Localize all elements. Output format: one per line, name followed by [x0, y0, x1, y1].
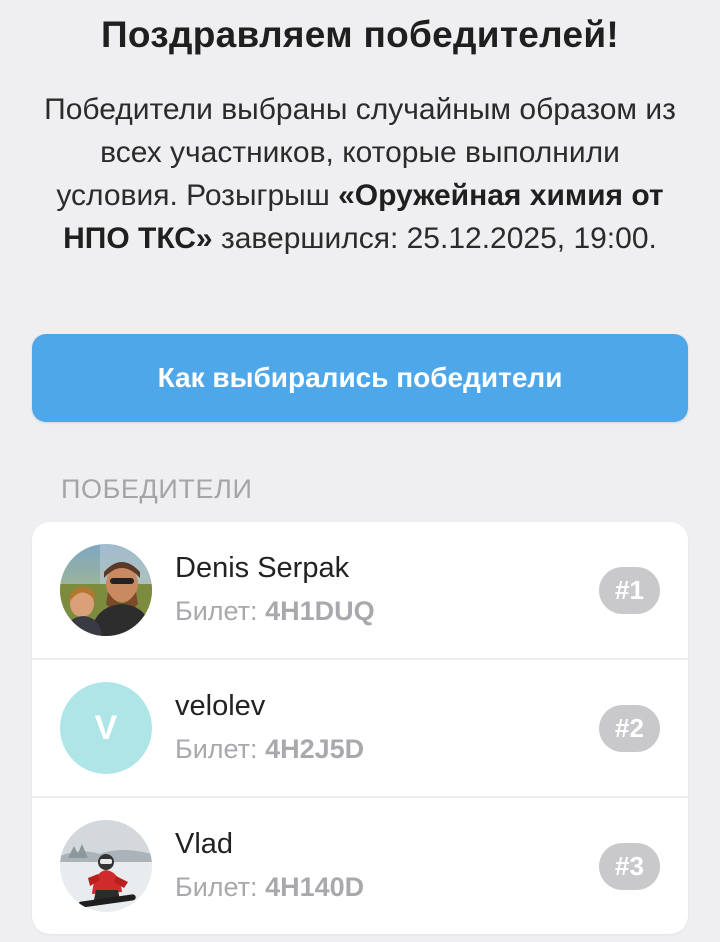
avatar[interactable] — [60, 544, 152, 636]
ticket-info: Билет: 4H140D — [175, 872, 364, 903]
ticket-label: Билет: — [175, 734, 258, 764]
results-description: Победители выбраны случайным образом из … — [40, 88, 680, 260]
winner-name: velolev — [175, 690, 266, 722]
rank-badge: #2 — [599, 705, 660, 752]
winner-name: Vlad — [175, 828, 234, 860]
winner-row[interactable]: Denis Serpak Билет: 4H1DUQ #1 — [32, 522, 688, 659]
winner-row[interactable]: V velolev Билет: 4H2J5D #2 — [32, 660, 688, 797]
avatar[interactable]: V — [60, 682, 152, 774]
winners-list: Denis Serpak Билет: 4H1DUQ #1 V velolev … — [32, 522, 688, 934]
ticket-label: Билет: — [175, 872, 258, 902]
page-title: Поздравляем победителей! — [100, 14, 620, 55]
avatar[interactable] — [60, 820, 152, 912]
ticket-code: 4H140D — [265, 872, 365, 902]
winners-section-label: ПОБЕДИТЕЛИ — [61, 474, 253, 504]
ticket-label: Билет: — [175, 596, 258, 626]
how-winners-selected-button[interactable]: Как выбирались победители — [32, 334, 688, 422]
ticket-code: 4H2J5D — [265, 734, 365, 764]
winner-row[interactable]: Vlad Билет: 4H140D #3 — [32, 798, 688, 934]
winner-name: Denis Serpak — [175, 552, 350, 584]
rank-badge: #1 — [599, 567, 660, 614]
rank-badge: #3 — [599, 843, 660, 890]
completion-text: завершился: 25.12.2025, 19:00. — [220, 222, 657, 255]
ticket-info: Билет: 4H2J5D — [175, 734, 364, 765]
ticket-info: Билет: 4H1DUQ — [175, 596, 375, 627]
ticket-code: 4H1DUQ — [265, 596, 375, 626]
